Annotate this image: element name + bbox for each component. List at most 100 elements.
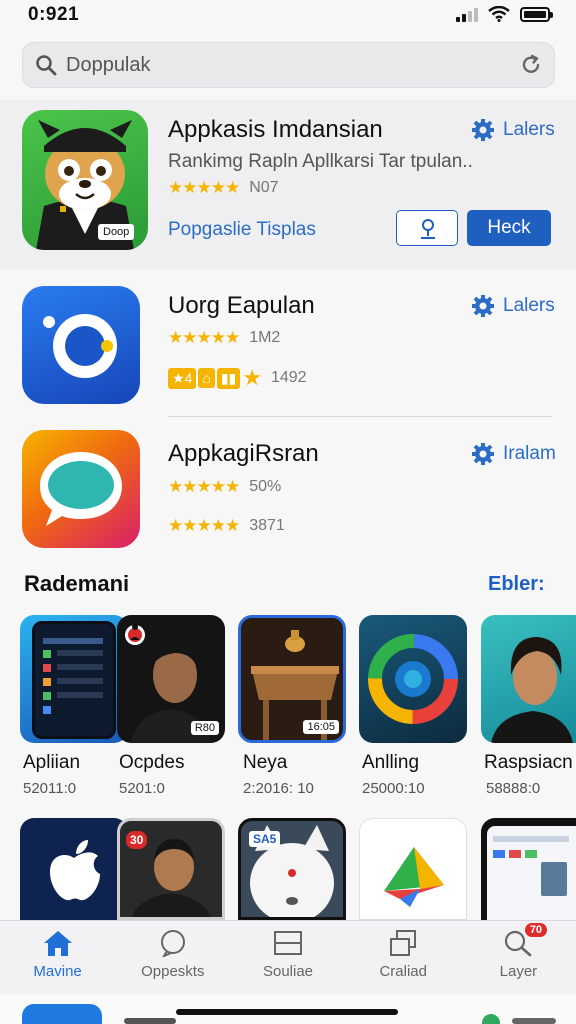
ring-icon xyxy=(43,314,117,378)
apple-logo-icon xyxy=(50,840,100,901)
star-rating-icon: ★★★★★ xyxy=(168,178,240,197)
featured-app-card[interactable]: Doop Appkasis Imdansian Rankimg Rapln Ap… xyxy=(0,100,576,270)
info-button[interactable] xyxy=(396,210,458,246)
home-icon xyxy=(43,931,72,956)
app-rating: ★★★★★ 50% xyxy=(168,477,281,497)
tab-bar: Mavine Oppeskts Souliae Craliad 70 Layer xyxy=(0,920,576,994)
person-image xyxy=(491,637,573,743)
tile-label: Ocpdes xyxy=(119,752,185,773)
rating-count: 3871 xyxy=(249,517,285,534)
tab-panels[interactable]: Souliae xyxy=(230,921,345,994)
notification-badge: 70 xyxy=(524,923,548,937)
phone-screen-image xyxy=(32,621,116,739)
divider xyxy=(168,416,552,417)
tab-home[interactable]: Mavine xyxy=(0,921,115,994)
tab-label: Souliae xyxy=(262,963,314,980)
tile-kite[interactable] xyxy=(359,818,467,920)
app-action-link[interactable]: Iralam xyxy=(471,442,556,466)
tile-cat[interactable]: SA5 xyxy=(238,818,346,920)
tab-label: Craliad xyxy=(379,963,427,980)
gear-icon xyxy=(472,119,494,141)
chat-bubble-icon xyxy=(40,452,122,526)
featured-link[interactable]: Popgaslie Tisplas xyxy=(168,219,316,241)
tab-label: Oppeskts xyxy=(141,963,205,980)
app-title: AppkagiRsran xyxy=(168,440,319,467)
app-icon-chat[interactable] xyxy=(22,430,140,548)
gear-icon xyxy=(472,443,494,465)
get-button[interactable]: Heck xyxy=(467,210,551,246)
tab-favorites[interactable]: Oppeskts xyxy=(115,921,230,994)
search-icon xyxy=(36,55,57,76)
star-rating-icon: ★★★★★ xyxy=(168,328,240,347)
tile-badge: 16:05 xyxy=(303,720,339,734)
tile-badge: R80 xyxy=(190,721,219,735)
gear-icon xyxy=(472,295,494,317)
see-all-link[interactable]: Ebler: xyxy=(488,573,545,596)
tile-label: Raspsiacn xyxy=(484,752,573,773)
kite-icon xyxy=(384,847,444,907)
heart-icon xyxy=(160,930,185,957)
action-label: Lalers xyxy=(503,119,555,140)
featured-title: Appkasis Imdansian xyxy=(168,116,383,143)
app-icon-blue[interactable] xyxy=(22,286,140,404)
panel-icon xyxy=(274,931,302,955)
section-title: Rademani xyxy=(24,571,130,596)
rating-percent: 50% xyxy=(249,478,282,495)
star-rating-icon: ★★★★★ xyxy=(168,477,240,496)
tile-apple[interactable] xyxy=(20,818,128,920)
tile-phone[interactable] xyxy=(20,615,128,743)
featured-rating: ★★★★★ N07 xyxy=(168,178,279,198)
battery-icon xyxy=(520,7,553,22)
award-icon: ★4 xyxy=(168,367,197,389)
tab-search[interactable]: 70 Layer xyxy=(461,921,576,994)
featured-subtitle: Rankimg Rapln Apllkarsi Tar tpulan.. xyxy=(168,151,473,172)
tile-logo[interactable] xyxy=(359,615,467,743)
screen-image xyxy=(487,826,576,920)
badge-count: 1492 xyxy=(270,369,307,386)
wifi-icon xyxy=(488,6,510,22)
tile-meta: 58888:0 xyxy=(486,780,541,797)
app-action-link[interactable]: Lalers xyxy=(471,294,555,318)
tile-label: Neya xyxy=(243,752,288,773)
action-label: Lalers xyxy=(503,295,555,316)
app-badges: ★4 ⌂ ▮▮ ★ 1492 xyxy=(168,365,307,391)
status-time: 0:921 xyxy=(28,4,80,25)
tab-label: Layer xyxy=(499,963,538,980)
tile-woman[interactable] xyxy=(481,615,576,743)
tile-meta: 5201:0 xyxy=(119,780,165,797)
star-icon: ★ xyxy=(242,365,262,390)
rating-count: N07 xyxy=(249,179,279,196)
tile-meta: 2:2016: 10 xyxy=(243,780,314,797)
tile-table[interactable]: 16:05 xyxy=(238,615,346,743)
tile-label: Anlling xyxy=(362,752,420,773)
tile-label: Apliian xyxy=(23,752,81,773)
tile-meta: 25000:10 xyxy=(362,780,425,797)
tab-layers[interactable]: Craliad xyxy=(346,921,461,994)
award-icon: ▮▮ xyxy=(216,367,241,389)
tile-screen[interactable] xyxy=(481,818,576,920)
tile-badge: 30 xyxy=(126,831,148,849)
featured-app-icon[interactable]: Doop xyxy=(22,110,148,250)
award-icon: ⌂ xyxy=(198,368,215,388)
tile-badge: SA5 xyxy=(249,831,281,847)
swirl-logo-icon xyxy=(368,634,458,724)
action-label: Iralam xyxy=(503,443,556,464)
app-title: Uorg Eapulan xyxy=(168,292,315,319)
featured-action-link[interactable]: Lalers xyxy=(471,118,555,142)
rating-count: 1M2 xyxy=(249,329,281,346)
status-bar: 0:921 xyxy=(0,0,576,34)
tile-portrait-2[interactable]: 30 xyxy=(117,818,225,920)
star-rating-icon: ★★★★★ xyxy=(168,516,240,535)
refresh-icon[interactable] xyxy=(518,52,544,78)
tab-label: Mavine xyxy=(33,963,82,980)
tile-portrait[interactable]: R80 xyxy=(117,615,225,743)
layers-icon xyxy=(390,930,417,956)
app-rating-secondary: ★★★★★ 3871 xyxy=(168,516,285,536)
icon-badge: Doop xyxy=(98,224,135,240)
search-input[interactable]: Doppulak xyxy=(22,42,555,88)
signal-icon xyxy=(456,6,478,22)
home-indicator[interactable] xyxy=(176,1009,398,1015)
search-value: Doppulak xyxy=(66,54,151,76)
status-icons xyxy=(456,6,553,22)
tile-meta: 52011:0 xyxy=(23,780,77,797)
